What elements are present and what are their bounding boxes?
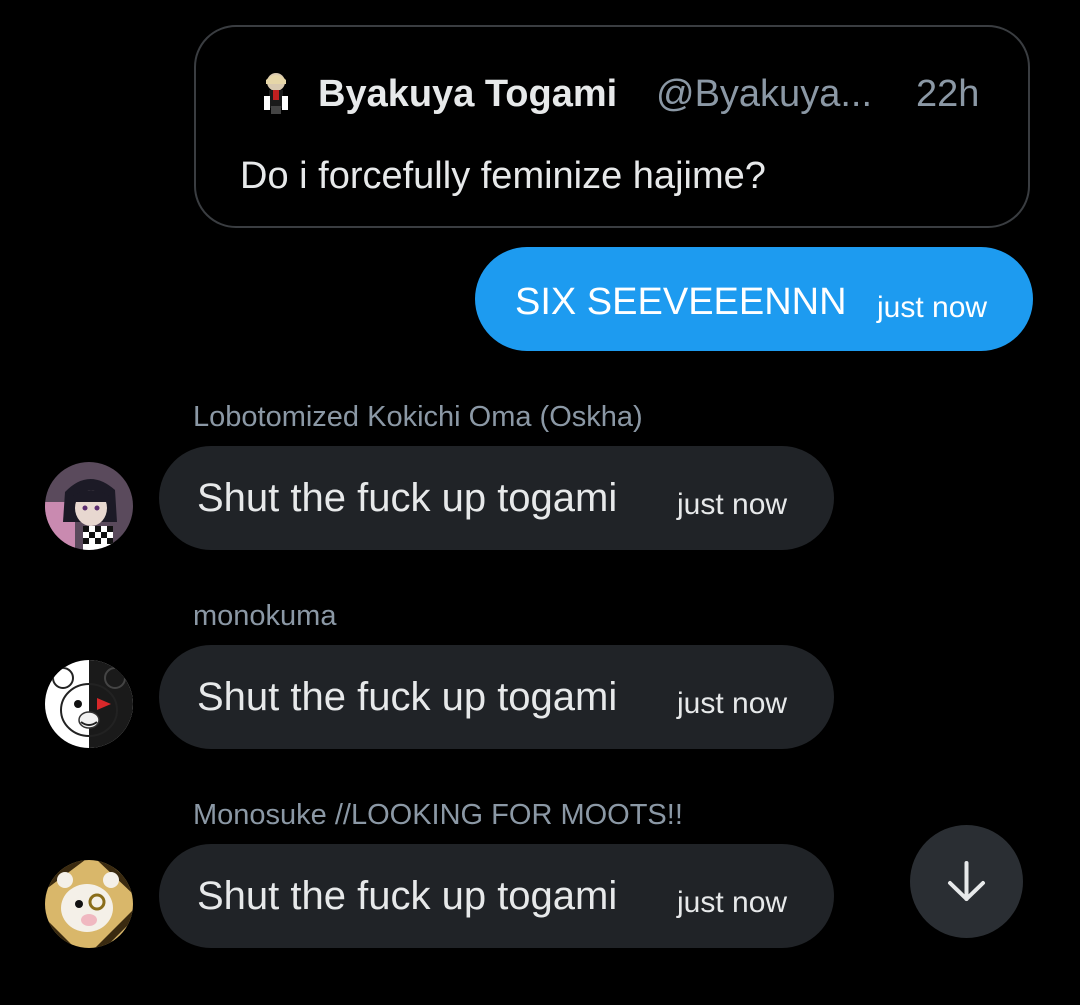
message-time: just now [677,488,788,521]
received-message-bubble[interactable]: Shut the fuck up togami just now [159,844,834,948]
received-message-bubble[interactable]: Shut the fuck up togami just now [159,446,834,550]
message-text: Shut the fuck up togami [197,874,618,918]
arrow-down-icon [948,861,985,901]
message-time: just now [677,886,788,919]
message-time: just now [677,687,788,720]
sent-message-time: just now [877,291,988,324]
scroll-to-bottom-button[interactable] [910,825,1023,938]
quoted-tweet-card[interactable]: Byakuya Togami @Byakuya... 22h Do i forc… [194,25,1030,228]
monosuke-avatar-icon[interactable] [45,860,133,948]
sender-name: monokuma [193,600,337,632]
quoted-timestamp: 22h [916,73,980,115]
sender-name: Monosuke //LOOKING FOR MOOTS!! [193,799,683,831]
monokuma-avatar-icon[interactable] [45,660,133,748]
anime-character-avatar-icon [256,70,296,114]
quoted-author-name[interactable]: Byakuya Togami [318,73,617,116]
message-text: Shut the fuck up togami [197,675,618,719]
sent-message-text: SIX SEEVEEENNN [515,281,847,323]
sent-message-bubble[interactable]: SIX SEEVEEENNN just now [475,247,1033,351]
sender-name: Lobotomized Kokichi Oma (Oskha) [193,401,643,433]
quoted-tweet-text: Do i forcefully feminize hajime? [240,155,766,197]
message-text: Shut the fuck up togami [197,476,618,520]
kokichi-avatar-icon[interactable] [45,462,133,550]
received-message-bubble[interactable]: Shut the fuck up togami just now [159,645,834,749]
quoted-author-handle[interactable]: @Byakuya... [656,73,872,116]
